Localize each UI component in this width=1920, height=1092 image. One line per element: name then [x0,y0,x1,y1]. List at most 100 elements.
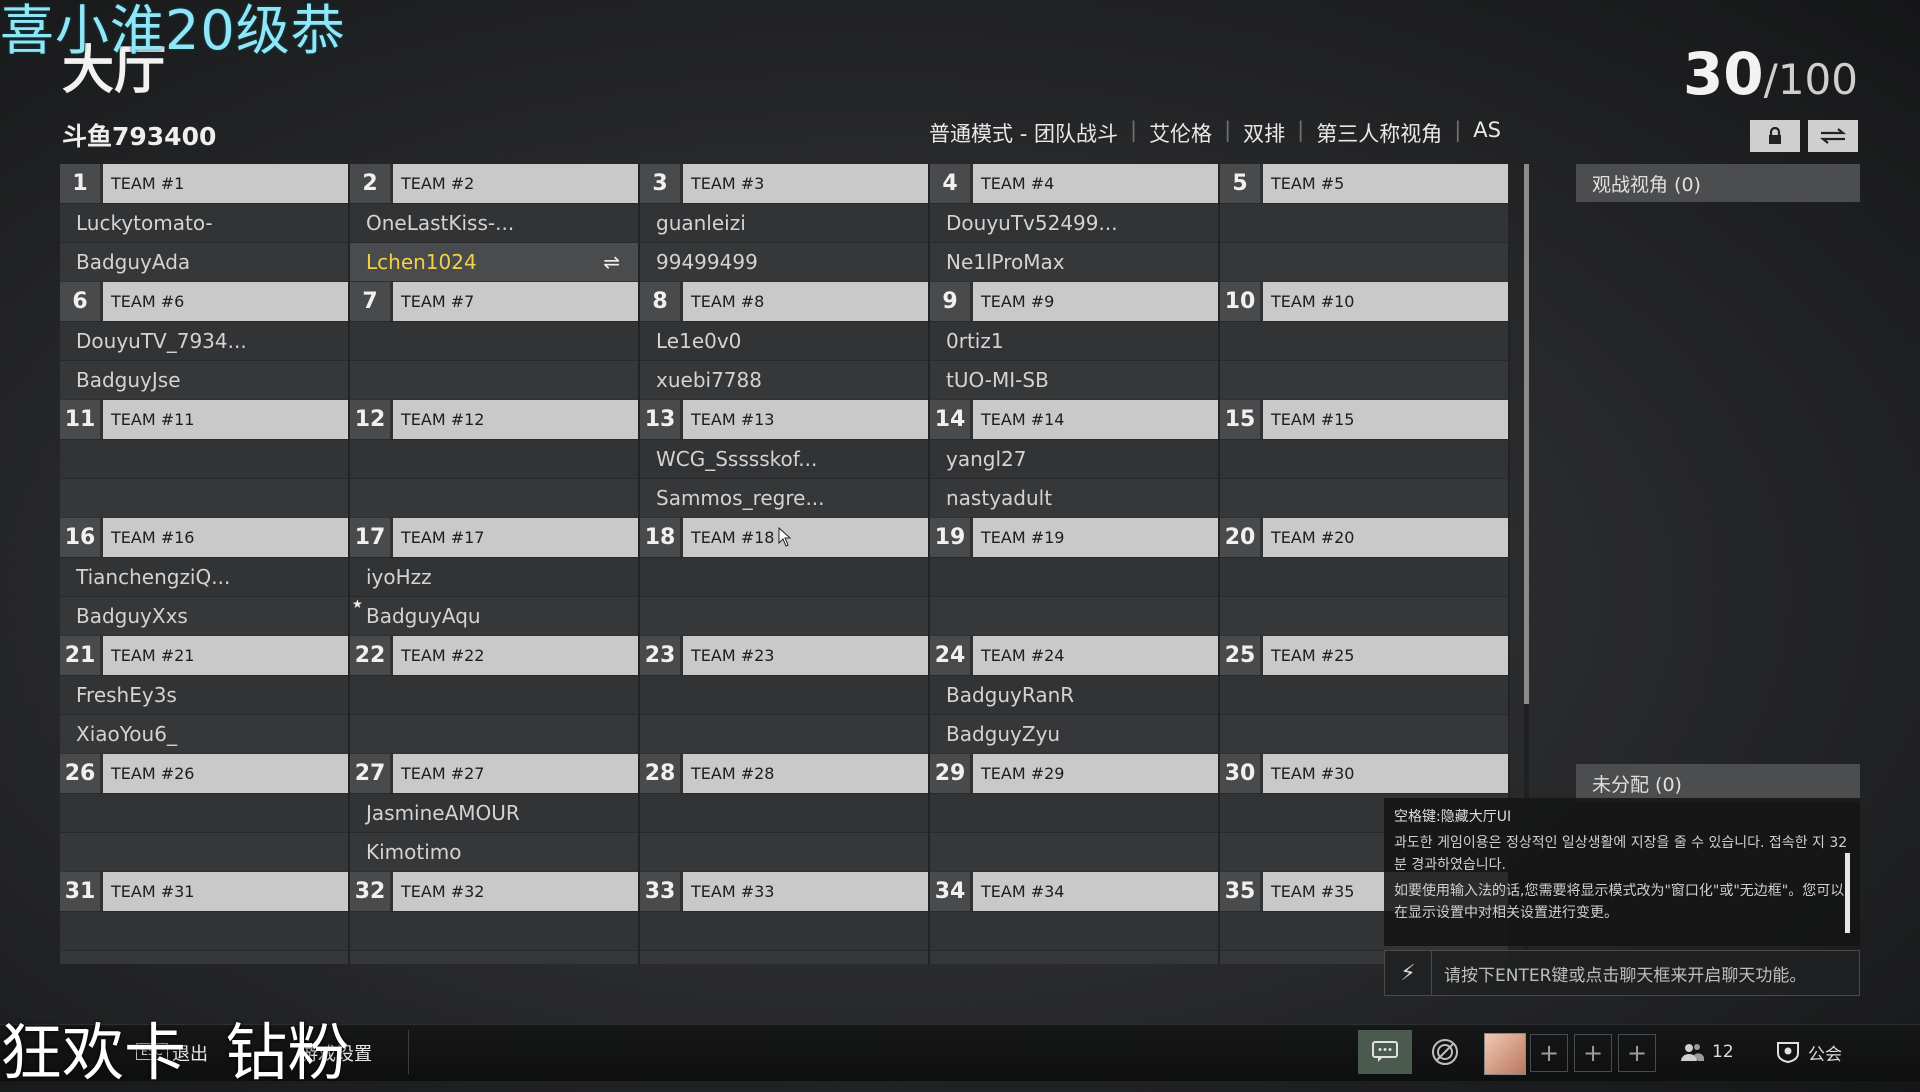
player-slot[interactable]: XiaoYou6_ [60,714,348,753]
team-header[interactable]: 2 TEAM #2 [350,164,638,203]
lock-button[interactable] [1750,120,1800,152]
player-slot[interactable]: Le1e0v0 [640,321,928,360]
player-slot[interactable] [640,832,928,871]
player-slot[interactable]: Kimotimo [350,832,638,871]
player-slot[interactable] [350,675,638,714]
emblem-button[interactable] [1420,1030,1470,1074]
player-slot[interactable] [1220,714,1508,753]
team-header[interactable]: 13 TEAM #13 [640,400,928,439]
player-slot[interactable] [350,950,638,964]
player-slot[interactable] [1220,439,1508,478]
player-slot[interactable]: BadguyZyu [930,714,1218,753]
player-slot[interactable]: xuebi7788 [640,360,928,399]
player-slot[interactable]: Sammos_regre... [640,478,928,517]
team-header[interactable]: 22 TEAM #22 [350,636,638,675]
swap-view-button[interactable] [1808,120,1858,152]
team-header[interactable]: 6 TEAM #6 [60,282,348,321]
player-slot[interactable]: JasmineAMOUR [350,793,638,832]
player-slot[interactable] [1220,557,1508,596]
team-header[interactable]: 17 TEAM #17 [350,518,638,557]
team-header[interactable]: 34 TEAM #34 [930,872,1218,911]
player-slot[interactable] [350,911,638,950]
player-slot[interactable] [640,793,928,832]
scrollbar-thumb[interactable] [1524,164,1529,704]
player-slot[interactable] [930,832,1218,871]
team-header[interactable]: 25 TEAM #25 [1220,636,1508,675]
unassigned-header[interactable]: 未分配 (0) [1576,764,1860,802]
player-slot[interactable] [930,793,1218,832]
spectator-header[interactable]: 观战视角 (0) [1576,164,1860,202]
player-slot[interactable] [1220,596,1508,635]
player-slot[interactable] [640,557,928,596]
player-slot[interactable]: yangl27 [930,439,1218,478]
swap-icon[interactable]: ⇌ [603,250,620,274]
team-header[interactable]: 3 TEAM #3 [640,164,928,203]
player-slot[interactable]: Ne1lProMax [930,242,1218,281]
player-slot[interactable] [930,557,1218,596]
player-slot[interactable] [350,439,638,478]
team-header[interactable]: 4 TEAM #4 [930,164,1218,203]
team-header[interactable]: 29 TEAM #29 [930,754,1218,793]
player-slot[interactable] [1220,675,1508,714]
player-slot[interactable]: nastyadult [930,478,1218,517]
guild-button[interactable]: 公会 [1776,1030,1842,1074]
player-slot[interactable]: BadguyAda [60,242,348,281]
lightning-icon[interactable]: ⚡ [1385,951,1432,995]
team-header[interactable]: 23 TEAM #23 [640,636,928,675]
player-slot[interactable] [350,478,638,517]
player-slot[interactable] [1220,203,1508,242]
player-slot[interactable]: iyoHzz [350,557,638,596]
player-slot[interactable]: guanleizi [640,203,928,242]
player-slot[interactable]: ⇌ Lchen1024 [350,242,638,281]
player-slot[interactable]: ★ BadguyAqu [350,596,638,635]
team-header[interactable]: 28 TEAM #28 [640,754,928,793]
player-slot[interactable] [640,675,928,714]
team-header[interactable]: 5 TEAM #5 [1220,164,1508,203]
invite-slot-button[interactable]: + [1530,1034,1568,1072]
invite-slot-button[interactable]: + [1618,1034,1656,1072]
player-slot[interactable]: tUO-MI-SB [930,360,1218,399]
team-header[interactable]: 24 TEAM #24 [930,636,1218,675]
player-slot[interactable]: DouyuTv52499... [930,203,1218,242]
player-slot[interactable]: TianchengziQ... [60,557,348,596]
team-header[interactable]: 31 TEAM #31 [60,872,348,911]
player-slot[interactable] [640,714,928,753]
player-slot[interactable] [930,911,1218,950]
team-header[interactable]: 20 TEAM #20 [1220,518,1508,557]
player-slot[interactable] [60,911,348,950]
player-slot[interactable]: BadguyJse [60,360,348,399]
team-header[interactable]: 1 TEAM #1 [60,164,348,203]
chat-toggle-button[interactable] [1358,1030,1412,1074]
team-header[interactable]: 11 TEAM #11 [60,400,348,439]
player-slot[interactable] [640,911,928,950]
player-slot[interactable] [350,360,638,399]
player-slot[interactable] [60,950,348,964]
team-header[interactable]: 9 TEAM #9 [930,282,1218,321]
team-header[interactable]: 21 TEAM #21 [60,636,348,675]
player-slot[interactable]: FreshEy3s [60,675,348,714]
team-header[interactable]: 8 TEAM #8 [640,282,928,321]
player-avatar[interactable] [1484,1033,1526,1075]
player-slot[interactable] [350,714,638,753]
team-header[interactable]: 16 TEAM #16 [60,518,348,557]
player-slot[interactable]: 0rtiz1 [930,321,1218,360]
team-header[interactable]: 27 TEAM #27 [350,754,638,793]
player-slot[interactable] [640,950,928,964]
player-slot[interactable] [930,950,1218,964]
player-slot[interactable] [60,793,348,832]
player-slot[interactable]: BadguyXxs [60,596,348,635]
invite-slot-button[interactable]: + [1574,1034,1612,1072]
team-header[interactable]: 7 TEAM #7 [350,282,638,321]
team-header[interactable]: 33 TEAM #33 [640,872,928,911]
player-slot[interactable] [350,321,638,360]
player-slot[interactable]: BadguyRanR [930,675,1218,714]
player-slot[interactable]: OneLastKiss-... [350,203,638,242]
chat-scrollbar[interactable] [1845,853,1850,933]
team-header[interactable]: 10 TEAM #10 [1220,282,1508,321]
team-header[interactable]: 19 TEAM #19 [930,518,1218,557]
player-slot[interactable] [930,596,1218,635]
team-header[interactable]: 30 TEAM #30 [1220,754,1508,793]
player-slot[interactable] [1220,360,1508,399]
team-header[interactable]: 26 TEAM #26 [60,754,348,793]
player-slot[interactable] [1220,478,1508,517]
